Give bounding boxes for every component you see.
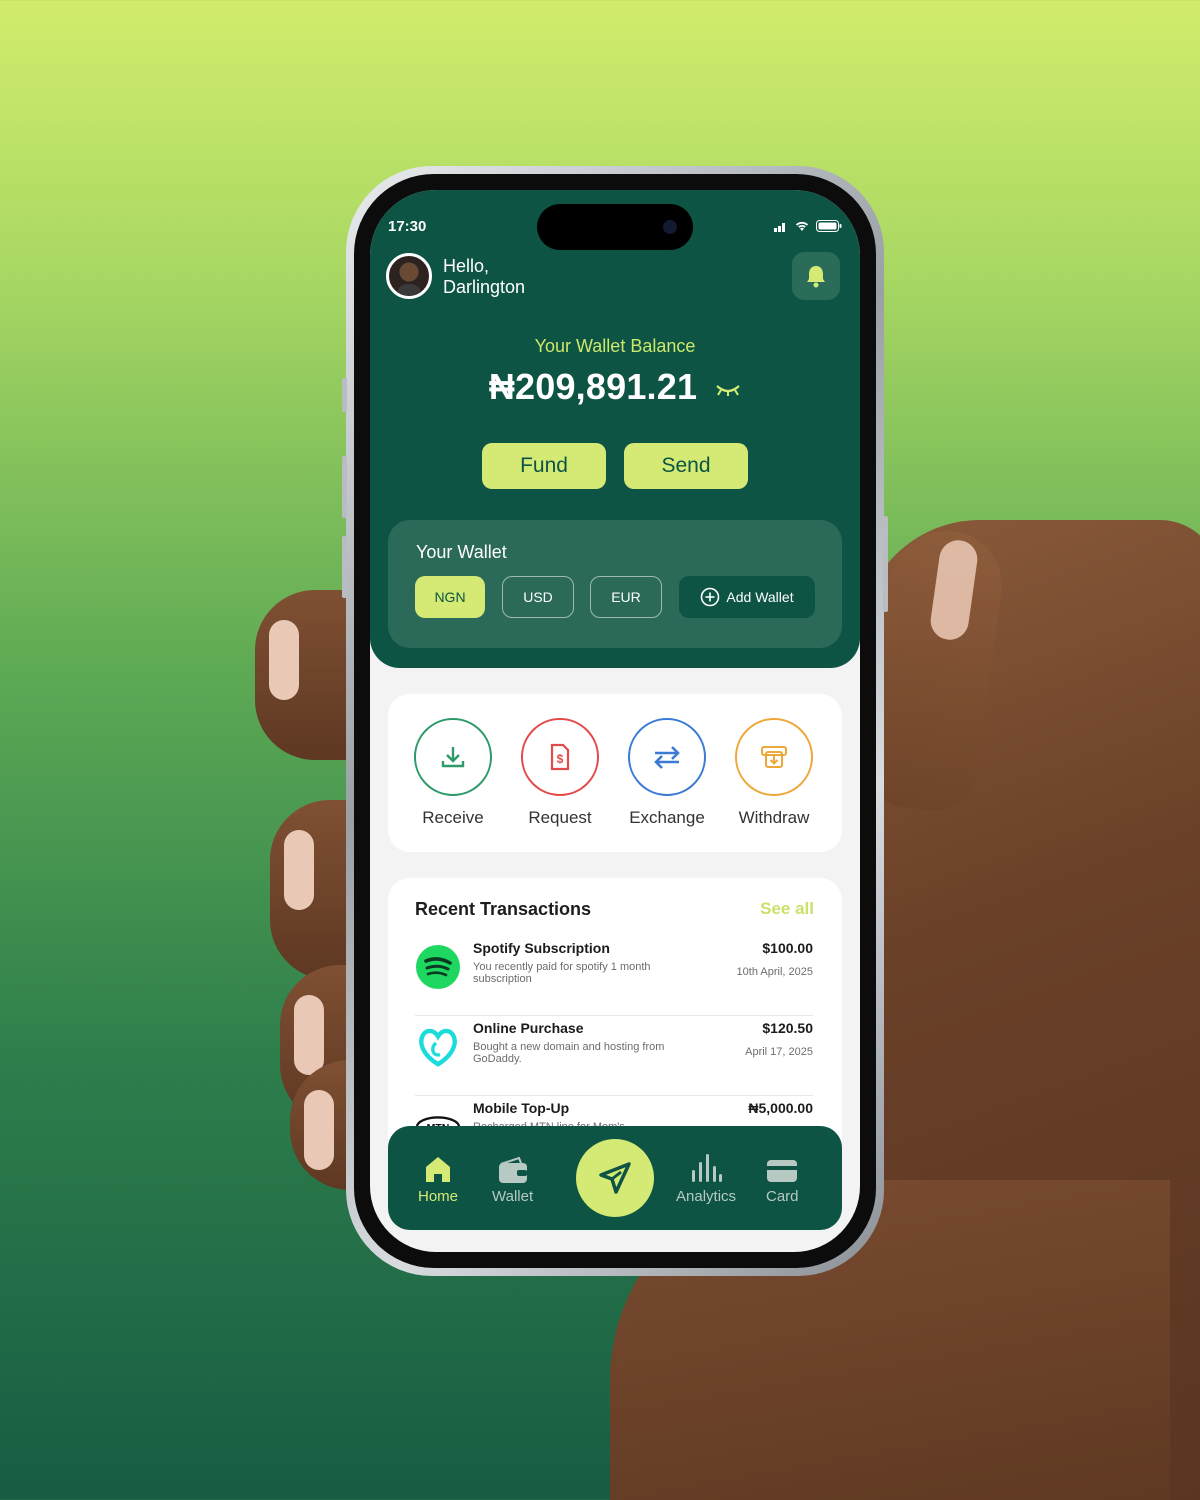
currency-chip-eur[interactable]: EUR [590,576,662,618]
volume-up-button [342,456,347,518]
atm-withdraw-icon [761,746,787,768]
add-wallet-label: Add Wallet [726,589,794,605]
nav-analytics-label: Analytics [676,1188,737,1205]
bar-chart-icon [692,1154,723,1182]
transaction-row[interactable]: Online Purchase Bought a new domain and … [415,1020,813,1090]
nav-wallet-label: Wallet [492,1188,534,1205]
notifications-button[interactable] [792,252,840,300]
greeting: Hello, Darlington [443,256,525,298]
volume-down-button [342,536,347,598]
transaction-amount: $120.50 [762,1020,813,1036]
transaction-name: Spotify Subscription [473,940,610,956]
paper-plane-icon [599,1162,631,1194]
transaction-name: Mobile Top-Up [473,1100,570,1116]
request-action[interactable]: $ Request [510,718,610,828]
signal-icon [774,222,785,232]
send-money-button[interactable] [576,1139,654,1217]
eye-closed-icon[interactable] [715,383,741,397]
godaddy-logo-icon [415,1024,461,1070]
divider [415,1095,813,1096]
see-all-link[interactable]: See all [760,899,814,919]
balance-label: Your Wallet Balance [534,336,696,356]
request-circle: $ [521,718,599,796]
balance-amount: ₦209,891.21 [488,366,698,407]
transactions-title: Recent Transactions [415,899,592,919]
dynamic-island [537,204,693,250]
greeting-hello: Hello, [443,256,490,276]
withdraw-label: Withdraw [738,808,810,827]
swap-arrows-icon [654,746,680,769]
transaction-desc: You recently paid for spotify 1 month su… [473,961,651,985]
app-screen: 17:30 Hello, Darlington Your Wallet Bala… [370,190,860,1252]
nav-card[interactable]: Card [766,1150,799,1205]
transaction-amount: $100.00 [762,940,813,956]
header-panel: 17:30 Hello, Darlington Your Wallet Bala… [370,190,860,668]
battery-icon [816,220,842,232]
add-wallet-button[interactable]: Add Wallet [679,576,815,618]
quick-actions-card: Receive $ Request Exchange Withdraw [388,694,842,852]
divider [415,1015,813,1016]
transaction-amount: ₦5,000.00 [748,1100,813,1116]
nav-card-label: Card [766,1188,799,1205]
plus-circle-icon [701,587,720,607]
nav-home[interactable]: Home [418,1150,458,1205]
wallet-card: Your Wallet NGN USD EUR Add Wallet [388,520,842,648]
nav-home-label: Home [418,1188,459,1205]
credit-card-icon [767,1160,798,1182]
spotify-logo-icon [415,944,461,990]
exchange-label: Exchange [629,808,705,827]
bottom-nav: Home Wallet Analytics Card [388,1126,842,1230]
avatar[interactable] [386,253,432,299]
nav-wallet[interactable]: Wallet [492,1150,533,1205]
nav-analytics[interactable]: Analytics [676,1150,736,1205]
send-button[interactable]: Send [624,443,748,489]
bell-icon [807,266,825,288]
silent-switch [342,378,347,412]
home-icon [426,1157,450,1182]
receive-circle [414,718,492,796]
fund-button[interactable]: Fund [482,443,606,489]
download-icon [441,747,465,768]
withdraw-action[interactable]: Withdraw [724,718,824,828]
transaction-name: Online Purchase [473,1020,584,1036]
svg-text:$: $ [557,752,564,766]
currency-chip-ngn[interactable]: NGN [415,576,485,618]
transaction-date: 10th April, 2025 [736,966,813,978]
exchange-circle [628,718,706,796]
wifi-icon [795,221,809,231]
currency-chip-usd[interactable]: USD [502,576,574,618]
invoice-dollar-icon: $ [550,743,570,771]
transaction-date: April 17, 2025 [745,1046,813,1058]
greeting-name: Darlington [443,277,526,297]
balance-row: ₦209,891.21 [370,366,860,408]
transaction-row[interactable]: Spotify Subscription You recently paid f… [415,940,813,1010]
status-time: 17:30 [388,218,427,235]
wallet-title: Your Wallet [416,542,507,562]
request-label: Request [528,808,592,827]
wallet-icon [498,1156,527,1183]
receive-action[interactable]: Receive [403,718,503,828]
power-button [883,516,888,612]
transaction-desc: Bought a new domain and hosting from GoD… [473,1041,665,1065]
status-icons [774,220,842,232]
phone-frame: 17:30 Hello, Darlington Your Wallet Bala… [342,166,888,1276]
receive-label: Receive [422,808,484,827]
withdraw-circle [735,718,813,796]
exchange-action[interactable]: Exchange [617,718,717,828]
